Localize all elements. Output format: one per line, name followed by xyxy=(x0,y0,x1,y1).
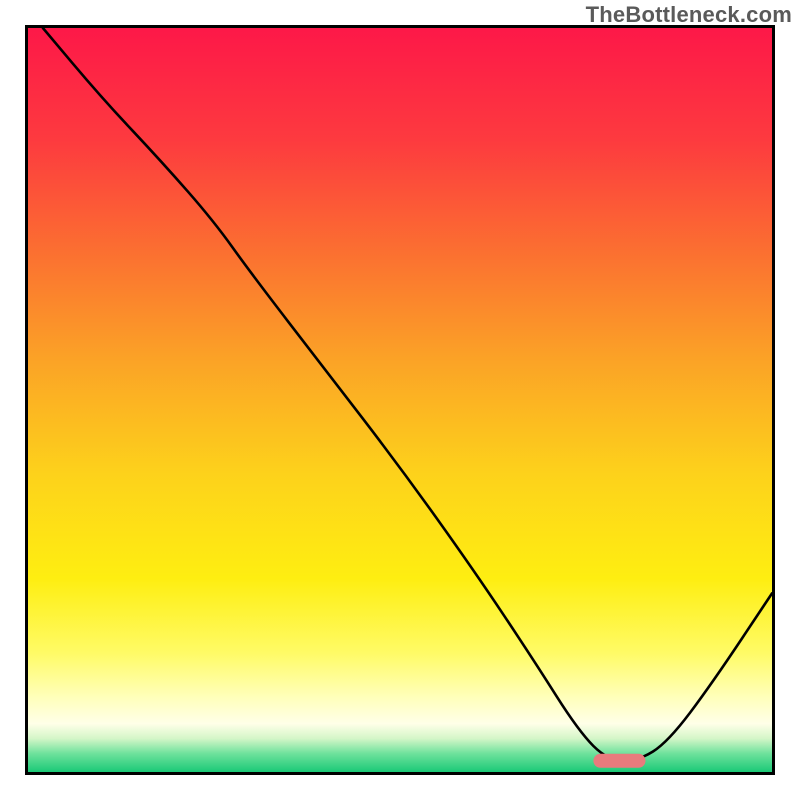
chart-plot-area xyxy=(25,25,775,775)
chart-svg xyxy=(28,28,772,772)
optimal-marker xyxy=(593,754,645,768)
